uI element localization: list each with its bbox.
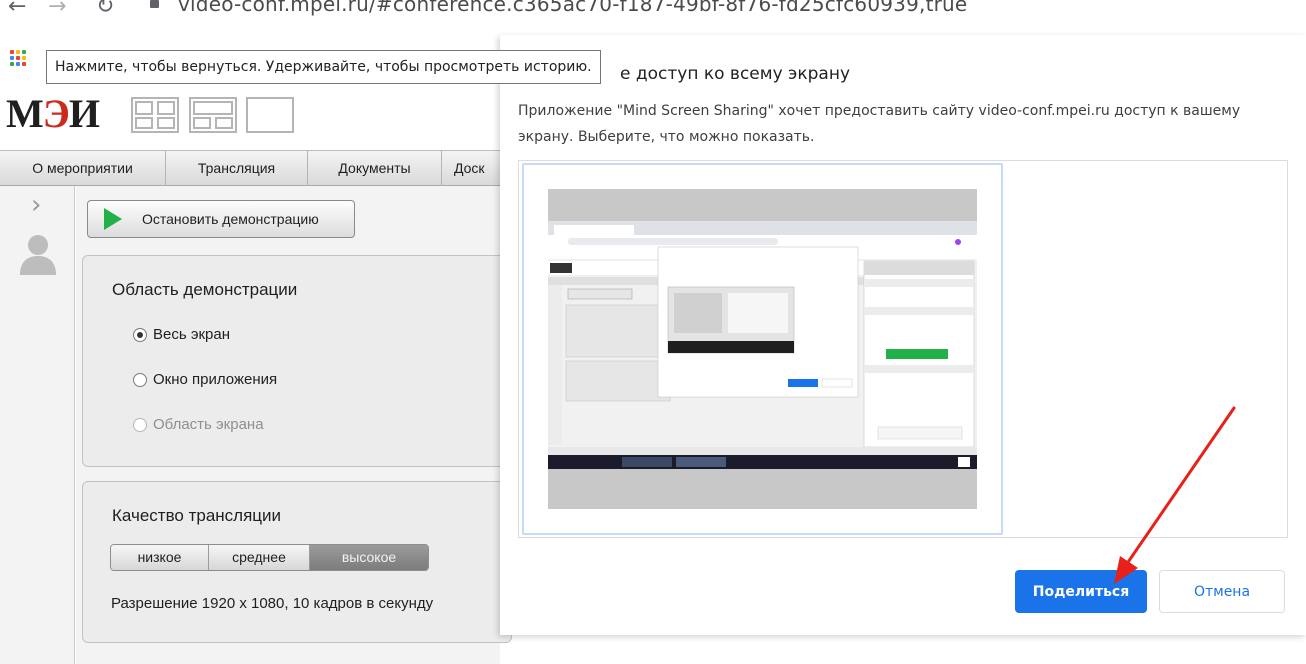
layout-grid-icon[interactable] xyxy=(131,97,179,133)
tab-documents[interactable]: Документы xyxy=(308,151,442,186)
app-tabs: О мероприятии Трансляция Документы Доск xyxy=(0,150,500,186)
quality-selector: низкое среднее высокое xyxy=(110,544,429,571)
radio-full-screen[interactable]: Весь экран xyxy=(133,326,230,343)
radio-screen-region: Область экрана xyxy=(133,416,264,433)
dialog-description: Приложение "Mind Screen Sharing" хочет п… xyxy=(518,103,1241,145)
forward-arrow-icon[interactable]: → xyxy=(48,0,66,19)
resolution-text: Разрешение 1920 x 1080, 10 кадров в секу… xyxy=(111,595,434,612)
radio-button-checked[interactable] xyxy=(133,327,147,342)
red-arrow-annotation xyxy=(1114,406,1236,584)
quality-low-button[interactable]: низкое xyxy=(111,545,209,570)
quality-high-button[interactable]: высокое xyxy=(310,545,428,570)
back-arrow-icon[interactable]: ← xyxy=(8,0,26,19)
apps-grid-icon[interactable] xyxy=(10,50,26,66)
screen: ← → ↻ video-conf.mpei.ru/#conference.c36… xyxy=(0,0,1306,664)
tab-broadcast[interactable]: Трансляция xyxy=(166,151,308,186)
layout-split-icon[interactable] xyxy=(189,97,237,133)
play-icon xyxy=(104,208,122,230)
radio-button-disabled xyxy=(133,417,147,432)
stop-demonstration-label: Остановить демонстрацию xyxy=(142,211,319,227)
mpei-logo: МЭИ xyxy=(6,91,100,136)
screen-preview-thumbnail xyxy=(548,189,977,509)
browser-toolbar: ← → ↻ video-conf.mpei.ru/#conference.c36… xyxy=(0,0,1306,30)
lock-icon xyxy=(150,0,159,8)
radio-app-window[interactable]: Окно приложения xyxy=(133,371,277,388)
radio-button[interactable] xyxy=(133,372,147,387)
stop-demonstration-button[interactable]: Остановить демонстрацию xyxy=(87,200,355,238)
address-bar-url[interactable]: video-conf.mpei.ru/#conference.c365ac70-… xyxy=(178,0,967,16)
quality-medium-button[interactable]: среднее xyxy=(209,545,310,570)
chevron-right-icon[interactable]: › xyxy=(31,190,41,220)
reload-icon[interactable]: ↻ xyxy=(96,0,114,19)
tab-about[interactable]: О мероприятии xyxy=(0,151,166,186)
layout-single-icon[interactable] xyxy=(246,97,294,133)
demo-area-title: Область демонстрации xyxy=(112,280,298,299)
back-button-tooltip: Нажмите, чтобы вернуться. Удерживайте, ч… xyxy=(46,50,601,84)
tab-board[interactable]: Доск xyxy=(442,151,500,186)
user-silhouette-icon xyxy=(20,235,56,275)
dialog-title: е доступ ко всему экрану xyxy=(620,64,851,84)
quality-title: Качество трансляции xyxy=(112,506,282,525)
